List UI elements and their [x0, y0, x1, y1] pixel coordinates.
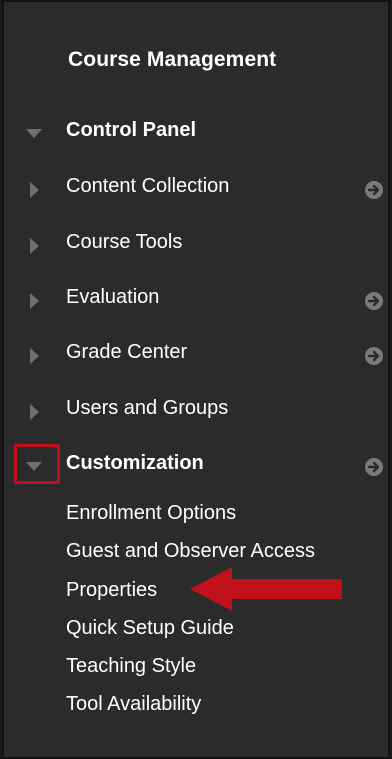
submenu-quick-setup-guide[interactable]: Quick Setup Guide [66, 617, 234, 640]
triangle-right-icon[interactable] [24, 236, 44, 256]
arrow-circle-right-icon[interactable] [364, 346, 384, 366]
menu-item-label: Control Panel [66, 119, 197, 141]
menu-item-control-panel[interactable]: Control Panel [4, 112, 388, 152]
triangle-right-icon[interactable] [24, 402, 44, 422]
arrow-circle-right-icon[interactable] [364, 291, 384, 311]
red-arrow-pointer [190, 567, 342, 611]
menu-item-users-and-groups[interactable]: Users and Groups [4, 390, 388, 430]
menu-item-grade-center[interactable]: Grade Center [4, 334, 388, 374]
menu-item-label: Grade Center [66, 341, 188, 363]
menu-item-label: Evaluation [66, 286, 160, 308]
menu-item-customization[interactable]: Customization [4, 445, 388, 485]
triangle-right-icon[interactable] [24, 180, 44, 200]
menu-item-label: Course Tools [66, 231, 183, 253]
menu-item-label: Content Collection [66, 175, 230, 197]
triangle-right-icon[interactable] [24, 291, 44, 311]
arrow-circle-right-icon[interactable] [364, 457, 384, 477]
submenu-teaching-style[interactable]: Teaching Style [66, 655, 196, 678]
triangle-right-icon[interactable] [24, 346, 44, 366]
submenu-properties[interactable]: Properties [66, 579, 157, 602]
menu-item-course-tools[interactable]: Course Tools [4, 224, 388, 264]
course-management-panel: Course Management Control Panel Content … [2, 0, 390, 759]
menu-item-label: Customization [66, 452, 204, 474]
triangle-down-icon[interactable] [24, 457, 44, 477]
menu-item-label: Users and Groups [66, 397, 229, 419]
submenu-enrollment-options[interactable]: Enrollment Options [66, 502, 236, 525]
menu-item-content-collection[interactable]: Content Collection [4, 168, 388, 208]
triangle-down-icon[interactable] [24, 124, 44, 144]
submenu-guest-and-observer-access[interactable]: Guest and Observer Access [66, 540, 315, 563]
panel-title: Course Management [68, 48, 277, 71]
menu-item-evaluation[interactable]: Evaluation [4, 279, 388, 319]
arrow-circle-right-icon[interactable] [364, 180, 384, 200]
submenu-tool-availability[interactable]: Tool Availability [66, 693, 201, 716]
